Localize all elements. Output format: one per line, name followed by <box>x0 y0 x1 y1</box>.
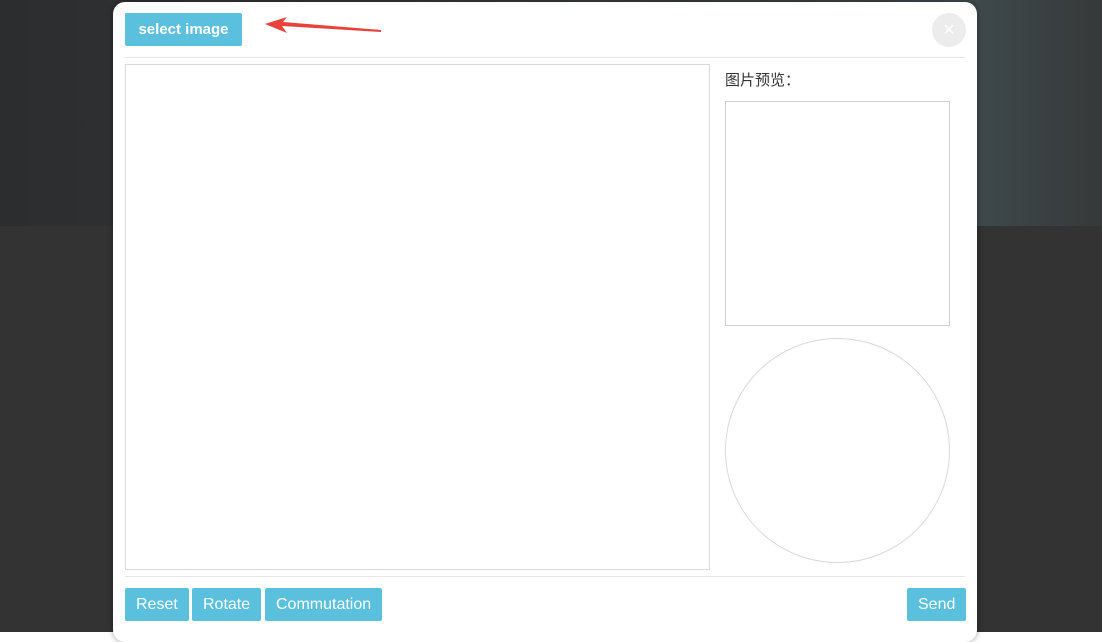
preview-label: 图片预览： <box>725 71 801 89</box>
footer-divider <box>125 576 965 577</box>
image-crop-area[interactable] <box>125 64 710 570</box>
image-crop-dialog: select image × 图片预览： Reset Rotate Commut… <box>113 2 977 642</box>
reset-button[interactable]: Reset <box>125 588 189 621</box>
header-divider <box>125 57 965 58</box>
select-image-button[interactable]: select image <box>125 13 242 46</box>
send-button[interactable]: Send <box>907 588 967 621</box>
rotate-button[interactable]: Rotate <box>192 588 262 621</box>
preview-circle <box>725 338 950 563</box>
red-arrow-icon <box>265 17 381 33</box>
commutation-button[interactable]: Commutation <box>265 588 383 621</box>
preview-square <box>725 101 950 326</box>
close-icon[interactable]: × <box>932 13 966 47</box>
